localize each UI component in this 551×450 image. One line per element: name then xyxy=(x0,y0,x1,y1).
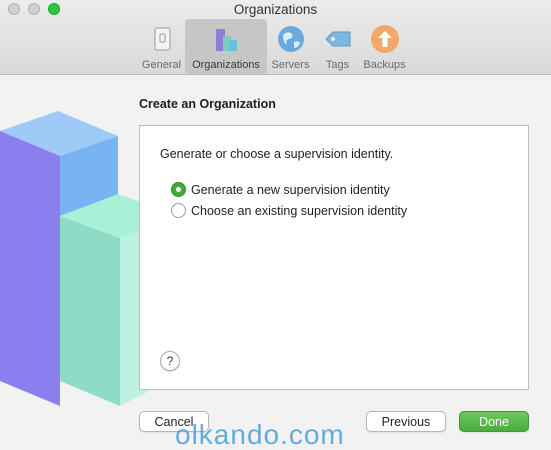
radio-choose-identity[interactable] xyxy=(171,203,186,218)
tag-icon xyxy=(324,31,350,47)
done-button[interactable]: Done xyxy=(459,411,529,432)
content-panel: Generate or choose a supervision identit… xyxy=(139,125,529,390)
tab-servers[interactable]: Servers xyxy=(267,19,314,74)
option-label-choose: Choose an existing supervision identity xyxy=(191,203,408,218)
preferences-tabs: General Organizations Servers Tags Backu… xyxy=(138,19,408,74)
help-button[interactable]: ? xyxy=(160,351,180,371)
page-title: Create an Organization xyxy=(139,97,276,111)
tab-label-organizations: Organizations xyxy=(192,59,260,71)
radio-generate-identity[interactable] xyxy=(171,182,186,197)
backup-arrow-icon xyxy=(370,25,399,53)
tab-tags[interactable]: Tags xyxy=(314,19,361,74)
tab-label-tags: Tags xyxy=(325,59,350,71)
organizations-icon xyxy=(216,29,237,51)
previous-button[interactable]: Previous xyxy=(366,411,446,432)
option-generate-identity[interactable]: Generate a new supervision identity xyxy=(171,182,390,197)
option-label-generate: Generate a new supervision identity xyxy=(191,182,390,197)
tab-general[interactable]: General xyxy=(138,19,185,74)
tab-organizations[interactable]: Organizations xyxy=(185,19,267,74)
globe-icon xyxy=(277,26,304,52)
general-icon xyxy=(154,27,170,51)
tab-label-general: General xyxy=(141,59,182,71)
tab-label-backups: Backups xyxy=(363,59,406,71)
tab-label-servers: Servers xyxy=(271,59,310,71)
prompt-text: Generate or choose a supervision identit… xyxy=(160,147,394,161)
window-toolbar: Organizations General Organizations Serv… xyxy=(0,0,551,75)
tab-backups[interactable]: Backups xyxy=(361,19,408,74)
window-title: Organizations xyxy=(233,2,318,17)
watermark-text: olkando.com xyxy=(175,419,345,450)
option-choose-identity[interactable]: Choose an existing supervision identity xyxy=(171,203,407,218)
